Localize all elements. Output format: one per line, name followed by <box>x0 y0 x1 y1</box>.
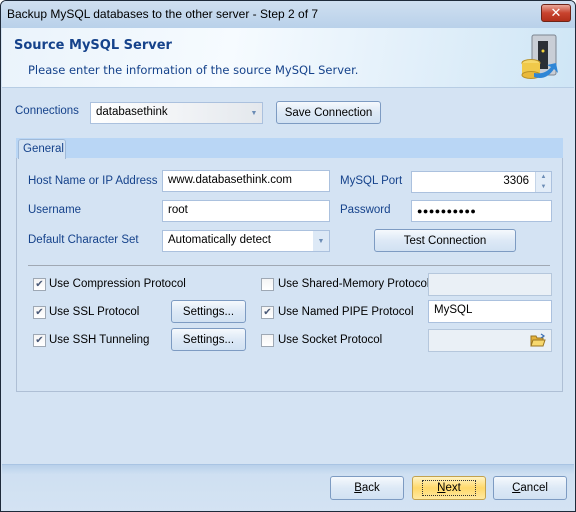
host-input[interactable]: www.databasethink.com <box>162 170 330 192</box>
spin-down-icon[interactable]: ▼ <box>536 182 551 192</box>
ssh-label: Use SSH Tunneling <box>49 334 150 346</box>
close-button[interactable]: ✕ <box>541 4 571 22</box>
close-icon: ✕ <box>550 5 562 21</box>
connections-label: Connections <box>15 105 79 117</box>
shared-memory-checkbox[interactable] <box>261 278 274 291</box>
ssh-settings-button[interactable]: Settings... <box>171 328 246 351</box>
test-connection-button[interactable]: Test Connection <box>374 229 516 252</box>
password-label: Password <box>340 204 391 216</box>
server-database-icon <box>521 34 558 79</box>
ssl-settings-button[interactable]: Settings... <box>171 300 246 323</box>
charset-combo[interactable]: Automatically detect ▼ <box>162 230 330 252</box>
folder-open-icon[interactable] <box>530 333 546 348</box>
back-button[interactable]: Back <box>330 476 404 500</box>
host-label: Host Name or IP Address <box>28 175 158 187</box>
next-button[interactable]: Next <box>412 476 486 500</box>
port-input[interactable]: 3306 ▲ ▼ <box>411 171 552 193</box>
username-input[interactable]: root <box>162 200 330 222</box>
socket-checkbox[interactable] <box>261 334 274 347</box>
cancel-button[interactable]: Cancel <box>493 476 567 500</box>
named-pipe-label: Use Named PIPE Protocol <box>278 306 414 318</box>
socket-input[interactable] <box>428 329 552 352</box>
wizard-footer: Back Next Cancel <box>2 464 574 511</box>
title-bar: Backup MySQL databases to the other serv… <box>1 1 575 28</box>
username-label: Username <box>28 204 82 216</box>
save-connection-button[interactable]: Save Connection <box>276 101 381 124</box>
options-separator <box>28 265 550 266</box>
charset-value: Automatically detect <box>168 234 271 246</box>
wizard-window: Backup MySQL databases to the other serv… <box>0 0 576 512</box>
charset-label: Default Character Set <box>28 234 139 246</box>
connections-value: databasethink <box>96 106 168 118</box>
compression-checkbox[interactable]: ✔ <box>33 278 46 291</box>
step-title: Source MySQL Server <box>14 38 172 53</box>
port-value: 3306 <box>503 175 529 187</box>
compression-label: Use Compression Protocol <box>49 278 186 290</box>
window-title: Backup MySQL databases to the other serv… <box>7 7 319 21</box>
ssh-checkbox[interactable]: ✔ <box>33 334 46 347</box>
tab-strip <box>16 138 563 158</box>
chevron-down-icon[interactable]: ▼ <box>246 103 262 123</box>
step-description: Please enter the information of the sour… <box>28 63 359 77</box>
shared-memory-label: Use Shared-Memory Protocol <box>278 278 430 290</box>
wizard-header: Source MySQL Server Please enter the inf… <box>2 28 574 88</box>
connections-combo[interactable]: databasethink ▼ <box>90 102 263 124</box>
port-stepper[interactable]: ▲ ▼ <box>535 172 551 192</box>
password-input[interactable]: ●●●●●●●●●● <box>411 200 552 222</box>
socket-label: Use Socket Protocol <box>278 334 383 346</box>
spin-up-icon[interactable]: ▲ <box>536 172 551 182</box>
named-pipe-input[interactable]: MySQL <box>428 300 552 323</box>
ssl-label: Use SSL Protocol <box>49 306 140 318</box>
named-pipe-checkbox[interactable]: ✔ <box>261 306 274 319</box>
tab-general[interactable]: General <box>18 139 66 159</box>
port-label: MySQL Port <box>340 175 403 187</box>
shared-memory-input[interactable] <box>428 273 552 296</box>
ssl-checkbox[interactable]: ✔ <box>33 306 46 319</box>
chevron-down-icon[interactable]: ▼ <box>313 231 329 251</box>
